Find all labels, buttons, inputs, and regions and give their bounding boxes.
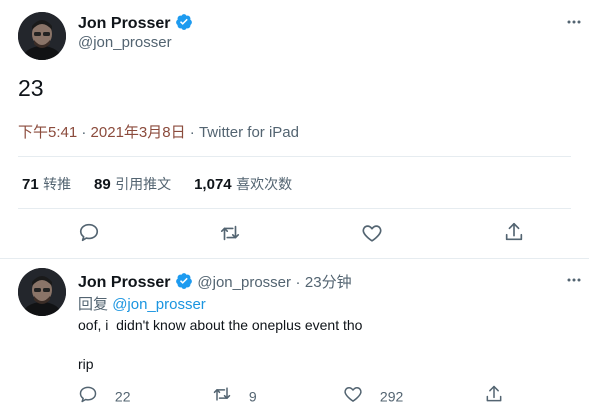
more-dots-icon[interactable]: [566, 14, 582, 35]
likes-count: 1,074: [194, 176, 232, 193]
tweet-time[interactable]: 下午5:41: [18, 124, 77, 141]
author-avatar[interactable]: [18, 12, 66, 60]
reply-text-line-2: rip: [78, 356, 94, 372]
author-name[interactable]: Jon Prosser: [78, 15, 170, 32]
likes-stat[interactable]: 1,074 喜欢次数: [194, 176, 292, 193]
stats-row: 71 转推 89 引用推文 1,074 喜欢次数: [22, 174, 292, 194]
divider: [18, 156, 571, 157]
quotes-count: 89: [94, 176, 111, 193]
replying-to-prefix: 回复: [78, 296, 109, 313]
more-dots-icon[interactable]: [566, 272, 582, 293]
meta-dot-2: ·: [189, 124, 195, 141]
reply-author-name[interactable]: Jon Prosser: [78, 274, 170, 291]
reply-header: Jon Prosser @jon_prosser · 23分钟: [78, 271, 352, 292]
divider: [18, 208, 571, 209]
reply-action-retweet[interactable]: 9: [212, 384, 257, 409]
likes-label: 喜欢次数: [236, 176, 293, 192]
reply-action-like[interactable]: 292: [343, 384, 403, 409]
share-icon[interactable]: [484, 384, 504, 409]
quotes-stat[interactable]: 89 引用推文: [94, 176, 176, 193]
like-icon[interactable]: [361, 222, 383, 249]
reply-meta-dot: ·: [295, 274, 301, 291]
reply-count: 22: [114, 388, 131, 405]
share-icon[interactable]: [503, 221, 525, 248]
reply-author-avatar[interactable]: [18, 268, 66, 316]
tweet-source[interactable]: Twitter for iPad: [199, 124, 299, 141]
retweets-stat[interactable]: 71 转推: [22, 176, 76, 193]
replying-to: 回复 @jon_prosser: [78, 293, 206, 314]
verified-badge-icon: [175, 272, 193, 290]
reply-icon[interactable]: [78, 221, 100, 248]
verified-badge-icon: [175, 13, 193, 31]
reply-text-line-1: oof, i didn't know about the oneplus eve…: [78, 317, 363, 333]
retweet-count: 9: [248, 388, 257, 405]
author-handle[interactable]: @jon_prosser: [78, 34, 172, 51]
quotes-label: 引用推文: [115, 176, 172, 192]
retweets-count: 71: [22, 176, 39, 193]
tweet-meta: 下午5:41 · 2021年3月8日 · Twitter for iPad: [18, 121, 299, 142]
reply-author-handle[interactable]: @jon_prosser: [197, 274, 291, 291]
meta-dot: ·: [81, 124, 87, 141]
author-name-row: Jon Prosser: [78, 13, 193, 33]
reply-time-ago[interactable]: 23分钟: [305, 274, 352, 291]
retweets-label: 转推: [43, 176, 72, 192]
divider: [0, 258, 589, 259]
replying-to-handle[interactable]: @jon_prosser: [112, 296, 206, 313]
reply-action-reply[interactable]: 22: [78, 384, 130, 409]
retweet-icon[interactable]: [212, 384, 232, 409]
tweet-text: 23: [18, 75, 44, 101]
reply-icon[interactable]: [78, 384, 98, 409]
like-count: 292: [379, 388, 404, 405]
retweet-icon[interactable]: [219, 222, 241, 249]
tweet-date[interactable]: 2021年3月8日: [91, 124, 186, 141]
like-icon[interactable]: [343, 384, 363, 409]
